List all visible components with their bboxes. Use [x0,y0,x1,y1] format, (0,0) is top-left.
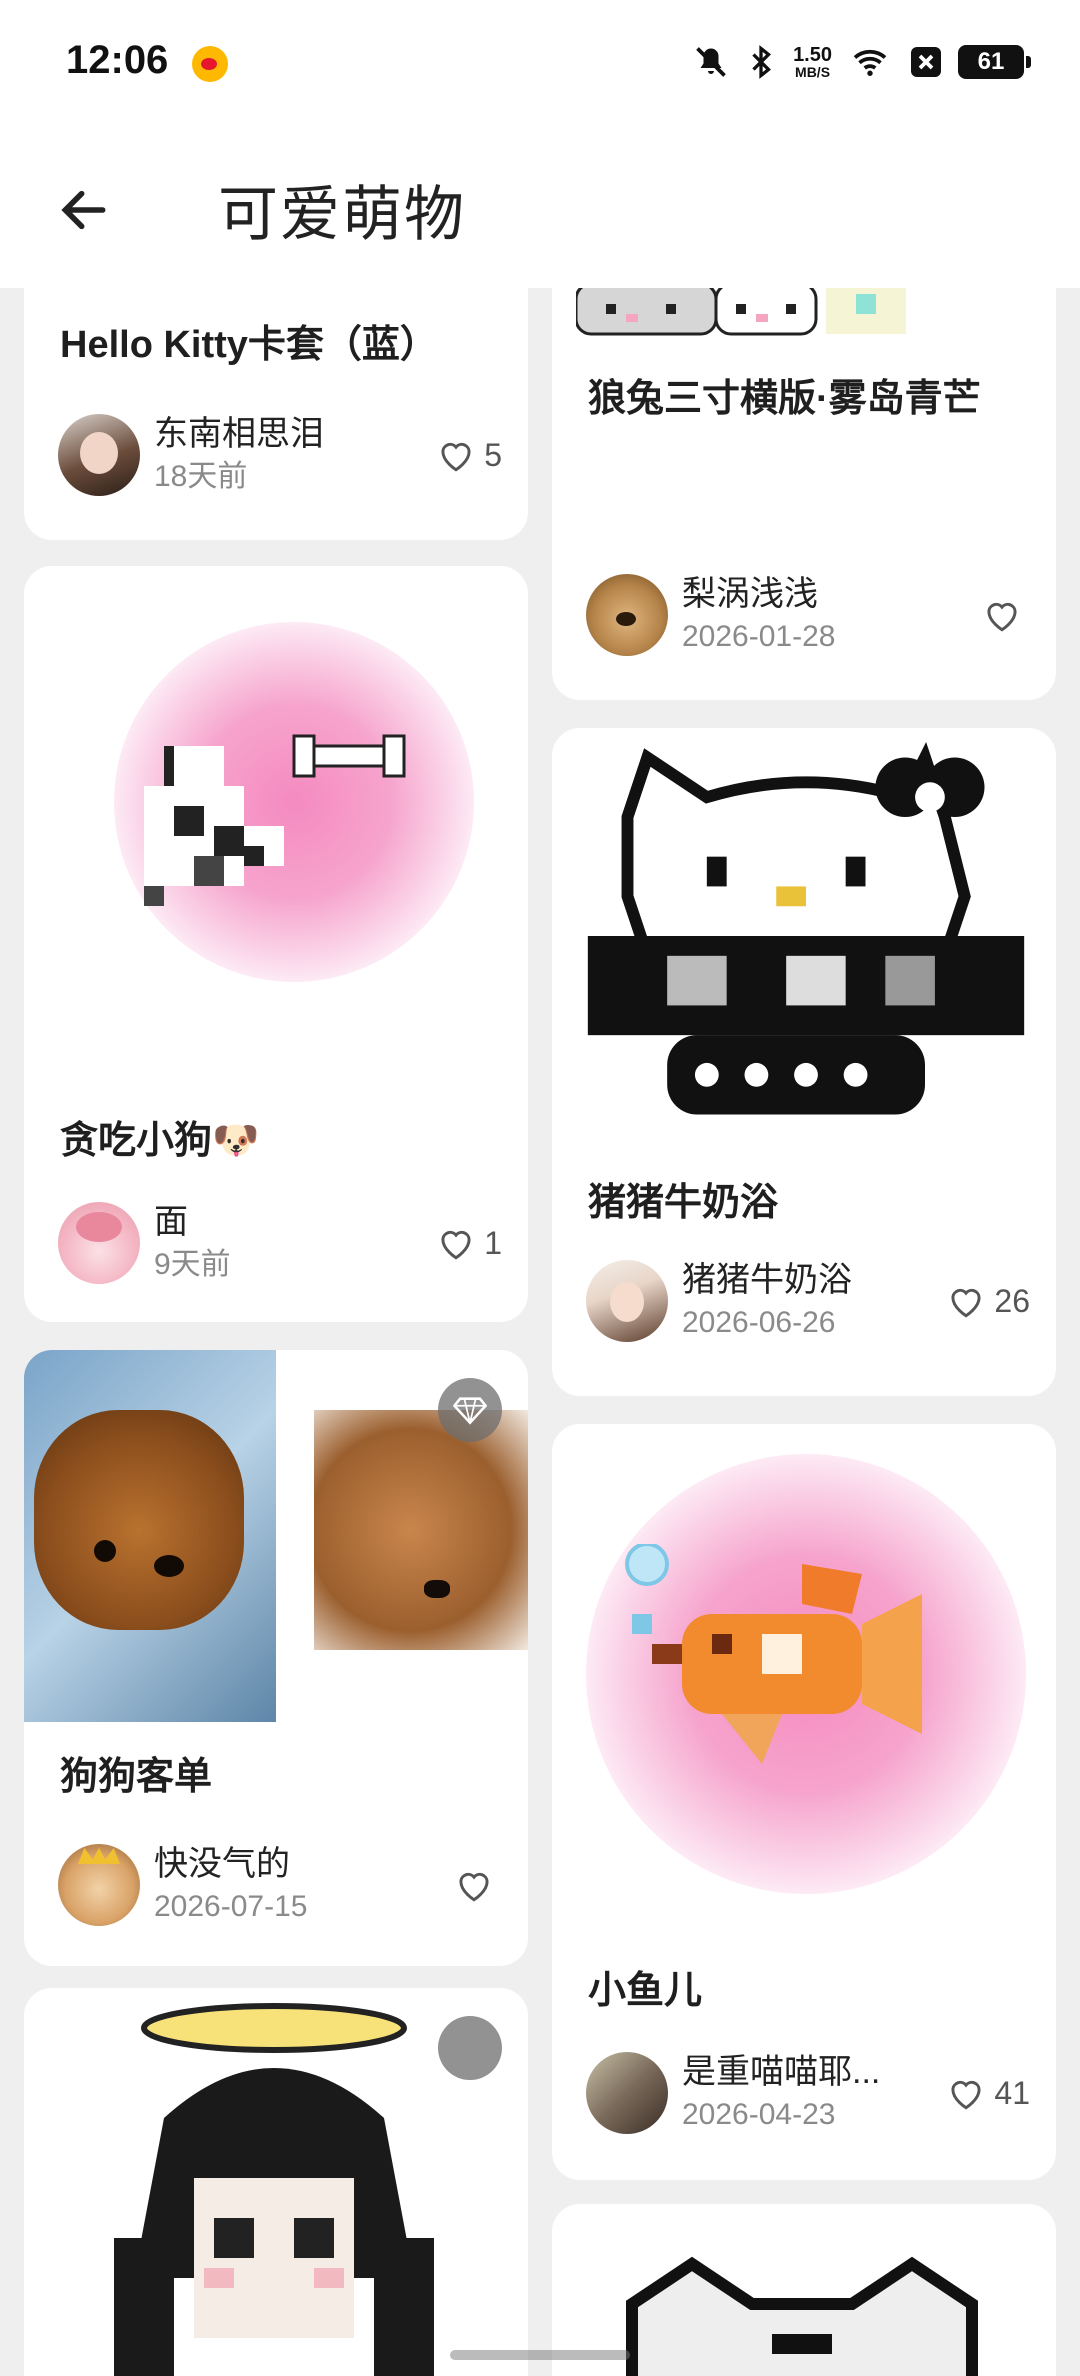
author-name: 面 [154,1203,188,1241]
home-indicator[interactable] [450,2350,630,2360]
avatar[interactable] [586,1260,668,1342]
post-meta: 快没气的 2026-07-15 [58,1840,502,1930]
author-name: 东南相思泪 [154,415,324,453]
battery-icon: 61 [958,45,1031,79]
post-date: 9天前 [154,1248,231,1281]
post-meta: 东南相思泪 18天前 5 [58,410,502,500]
like-count: 26 [994,1282,1030,1319]
post-title: 猪猪牛奶浴 [588,1182,779,1224]
status-time: 12:06 [66,38,169,82]
net-speed: 1.50 MB/S [793,45,832,79]
pixel-cat-image [626,2256,978,2376]
post-meta: 梨涡浅浅 2026-01-28 [586,570,1030,660]
avatar[interactable] [58,1202,140,1284]
post-image[interactable] [24,566,528,1080]
dog-photo-right [314,1410,528,1650]
post-image[interactable] [24,1988,528,2376]
author-name: 梨涡浅浅 [682,575,818,613]
avatar[interactable] [586,2052,668,2134]
arrow-left-icon [61,190,106,230]
mute-bell-icon [696,47,726,77]
heart-icon [951,1288,981,1318]
post-meta: 猪猪牛奶浴 2026-06-26 26 [586,1256,1030,1346]
post-meta: 是重喵喵耶... 2026-04-23 41 [586,2048,1030,2138]
post-meta: 面 9天前 1 [58,1198,502,1288]
author-name: 猪猪牛奶浴 [682,1261,852,1299]
pixel-puppy-image [144,734,406,906]
heart-icon [951,2080,981,2110]
heart-icon [441,1230,471,1260]
like-button[interactable] [454,1867,502,1903]
post-date: 2026-07-15 [154,1890,308,1923]
post-title: 小鱼儿 [588,1970,703,2012]
status-icons: 1.50 MB/S 61 [693,40,1031,84]
like-button[interactable]: 41 [946,2075,1030,2112]
heart-icon [441,442,471,472]
author-name: 是重喵喵耶... [682,2053,881,2091]
pixel-angel-girl-image [114,2002,434,2376]
heart-icon [987,602,1017,632]
post-card[interactable]: 狗狗客单 快没气的 2026-07-15 [24,1350,528,1966]
like-button[interactable]: 1 [436,1225,502,1262]
post-image[interactable] [552,288,1056,344]
post-card[interactable]: Hello Kitty卡套（蓝） 东南相思泪 18天前 5 [24,288,528,540]
pixel-wolf-rabbit-image [576,288,906,336]
page-title: 可爱萌物 [218,181,466,248]
avatar[interactable] [58,414,140,496]
post-title: 狗狗客单 [60,1756,213,1798]
avatar[interactable] [586,574,668,656]
avatar[interactable] [58,1844,140,1926]
post-image[interactable] [552,1424,1056,1938]
like-button[interactable]: 26 [946,1283,1030,1320]
post-title: 贪吃小狗🐶 [60,1120,260,1162]
post-card[interactable]: 小鱼儿 是重喵喵耶... 2026-04-23 41 [552,1424,1056,2180]
post-date: 18天前 [154,460,248,493]
like-count: 5 [484,436,502,473]
status-bar: 12:06 1.50 MB/S 61 [0,0,1080,130]
diamond-badge [438,1378,502,1442]
app-bar: 可爱萌物 [0,130,1080,288]
post-card[interactable]: 猪猪牛奶浴 猪猪牛奶浴 2026-06-26 26 [552,728,1056,1396]
post-card[interactable]: 贪吃小狗🐶 面 9天前 1 [24,566,528,1322]
net-speed-value: 1.50 [793,44,832,66]
like-count: 1 [484,1224,502,1261]
post-card[interactable] [24,1988,528,2376]
post-date: 2026-06-26 [682,1306,836,1339]
wifi-icon [853,49,887,76]
x-box-icon [911,47,941,77]
post-image[interactable] [552,728,1056,1156]
dog-photo [34,1410,244,1630]
feed[interactable]: Hello Kitty卡套（蓝） 东南相思泪 18天前 5 贪吃小狗🐶 面 9天… [0,288,1080,2376]
post-date: 2026-04-23 [682,2098,836,2131]
diamond-icon [453,1397,487,1425]
bluetooth-icon [752,45,772,79]
like-button[interactable] [982,597,1030,633]
post-title: Hello Kitty卡套（蓝） [60,324,438,366]
pixel-goldfish-image [625,1544,922,1764]
post-card[interactable]: 狼兔三寸横版·雾岛青芒 梨涡浅浅 2026-01-28 [552,288,1056,700]
author-name: 快没气的 [154,1845,290,1883]
like-count: 41 [994,2074,1030,2111]
post-image[interactable] [24,1350,528,1722]
more-badge [438,2016,502,2080]
net-speed-unit: MB/S [795,64,831,80]
battery-level: 61 [977,48,1005,75]
post-title: 狼兔三寸横版·雾岛青芒 [588,378,981,420]
post-date: 2026-01-28 [682,620,836,653]
pixel-hello-kitty-image [587,741,1025,1115]
back-button[interactable] [48,174,120,246]
weibo-icon [192,46,228,82]
like-button[interactable]: 5 [436,437,502,474]
heart-icon [459,1872,489,1902]
